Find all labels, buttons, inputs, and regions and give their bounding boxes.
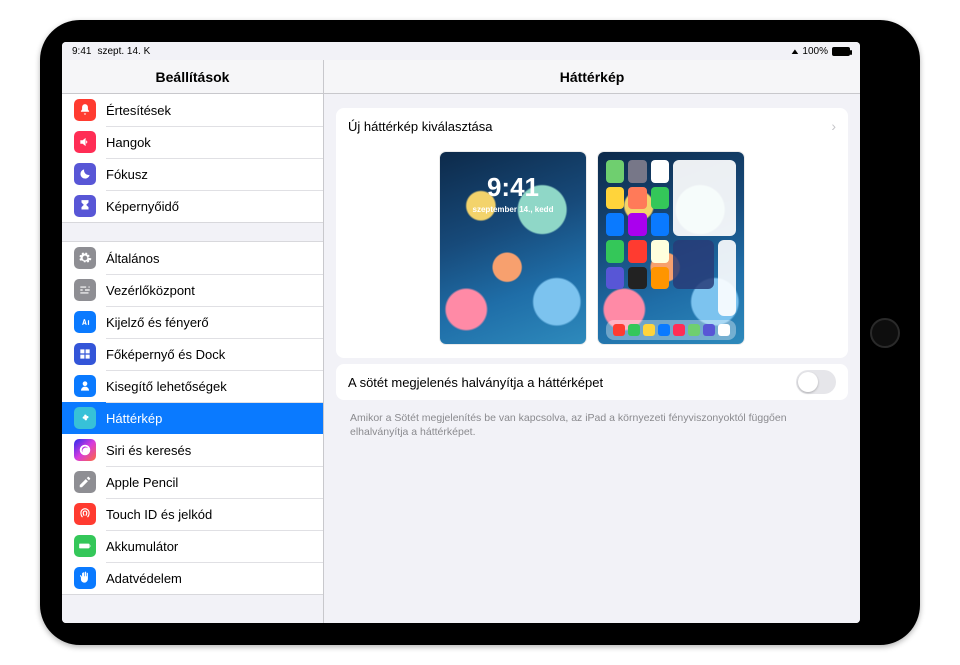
lock-preview-date: szeptember 14., kedd bbox=[440, 205, 586, 214]
sidebar-item-label: Vezérlőközpont bbox=[106, 283, 195, 298]
status-bar: 9:41 szept. 14. K 100% bbox=[62, 42, 860, 60]
settings-sidebar[interactable]: Értesítések Hangok Fókusz Képernyőidő Általá… bbox=[62, 94, 324, 623]
dark-dim-footer: Amikor a Sötét megjelenítés be van kapcs… bbox=[336, 406, 848, 439]
sidebar-item-label: Kijelző és fényerő bbox=[106, 315, 209, 330]
sidebar-item-general[interactable]: Általános bbox=[62, 242, 323, 274]
sidebar-title: Beállítások bbox=[62, 60, 324, 93]
siri-icon bbox=[74, 439, 96, 461]
sidebar-item-display[interactable]: Kijelző és fényerő bbox=[62, 306, 323, 338]
home-screen-preview[interactable] bbox=[598, 152, 744, 344]
wifi-icon bbox=[791, 46, 799, 57]
bell-icon bbox=[74, 99, 96, 121]
detail-title: Háttérkép bbox=[324, 60, 860, 93]
battery-percent: 100% bbox=[802, 46, 828, 57]
statusbar-date: szept. 14. K bbox=[97, 46, 150, 57]
sidebar-item-accessibility[interactable]: Kisegítő lehetőségek bbox=[62, 370, 323, 402]
sidebar-item-label: Hangok bbox=[106, 135, 151, 150]
dark-dim-row[interactable]: A sötét megjelenés halványítja a háttérk… bbox=[336, 364, 848, 400]
hand-icon bbox=[74, 567, 96, 589]
sidebar-item-label: Apple Pencil bbox=[106, 475, 178, 490]
person-icon bbox=[74, 375, 96, 397]
wallpaper-detail: Új háttérkép kiválasztása › 9:41 szeptem… bbox=[324, 94, 860, 623]
grid-icon bbox=[74, 343, 96, 365]
sidebar-item-wallpaper[interactable]: Háttérkép bbox=[62, 402, 323, 434]
sidebar-item-label: Háttérkép bbox=[106, 411, 162, 426]
sidebar-item-siri[interactable]: Siri és keresés bbox=[62, 434, 323, 466]
statusbar-time: 9:41 bbox=[72, 46, 91, 57]
choose-new-wallpaper-label: Új háttérkép kiválasztása bbox=[348, 119, 493, 134]
aa-icon bbox=[74, 311, 96, 333]
pencil-icon bbox=[74, 471, 96, 493]
sidebar-item-sounds[interactable]: Hangok bbox=[62, 126, 323, 158]
screen: 9:41 szept. 14. K 100% Beállítások Hátté… bbox=[62, 42, 860, 623]
dark-dim-label: A sötét megjelenés halványítja a háttérk… bbox=[348, 375, 603, 390]
sidebar-item-controlcenter[interactable]: Vezérlőközpont bbox=[62, 274, 323, 306]
sidebar-item-notifications[interactable]: Értesítések bbox=[62, 94, 323, 126]
battery-icon bbox=[832, 47, 850, 56]
flower-icon bbox=[74, 407, 96, 429]
sidebar-item-pencil[interactable]: Apple Pencil bbox=[62, 466, 323, 498]
sidebar-item-focus[interactable]: Fókusz bbox=[62, 158, 323, 190]
sidebar-item-touchid[interactable]: Touch ID és jelkód bbox=[62, 498, 323, 530]
moon-icon bbox=[74, 163, 96, 185]
wallpaper-card: Új háttérkép kiválasztása › 9:41 szeptem… bbox=[336, 108, 848, 358]
sidebar-item-label: Akkumulátor bbox=[106, 539, 178, 554]
sidebar-item-privacy[interactable]: Adatvédelem bbox=[62, 562, 323, 594]
battery-icon bbox=[74, 535, 96, 557]
sidebar-item-label: Kisegítő lehetőségek bbox=[106, 379, 227, 394]
sidebar-item-label: Főképernyő és Dock bbox=[106, 347, 225, 362]
dark-dim-toggle[interactable] bbox=[796, 370, 836, 394]
chevron-right-icon: › bbox=[831, 118, 836, 134]
lock-screen-preview[interactable]: 9:41 szeptember 14., kedd bbox=[440, 152, 586, 344]
sidebar-item-battery[interactable]: Akkumulátor bbox=[62, 530, 323, 562]
sidebar-item-label: Adatvédelem bbox=[106, 571, 182, 586]
sliders-icon bbox=[74, 279, 96, 301]
sidebar-item-label: Touch ID és jelkód bbox=[106, 507, 212, 522]
speaker-icon bbox=[74, 131, 96, 153]
sidebar-item-label: Általános bbox=[106, 251, 159, 266]
lock-preview-time: 9:41 bbox=[440, 172, 586, 203]
choose-new-wallpaper[interactable]: Új háttérkép kiválasztása › bbox=[336, 108, 848, 144]
home-button[interactable] bbox=[870, 318, 900, 348]
sidebar-item-label: Képernyőidő bbox=[106, 199, 179, 214]
ipad-frame: 9:41 szept. 14. K 100% Beállítások Hátté… bbox=[40, 20, 920, 645]
title-bar: Beállítások Háttérkép bbox=[62, 60, 860, 94]
sidebar-item-label: Siri és keresés bbox=[106, 443, 191, 458]
sidebar-item-label: Értesítések bbox=[106, 103, 171, 118]
sidebar-item-homescreen[interactable]: Főképernyő és Dock bbox=[62, 338, 323, 370]
fingerprint-icon bbox=[74, 503, 96, 525]
gear-icon bbox=[74, 247, 96, 269]
dark-dim-card: A sötét megjelenés halványítja a háttérk… bbox=[336, 364, 848, 400]
sidebar-item-screentime[interactable]: Képernyőidő bbox=[62, 190, 323, 222]
hourglass-icon bbox=[74, 195, 96, 217]
sidebar-item-label: Fókusz bbox=[106, 167, 148, 182]
